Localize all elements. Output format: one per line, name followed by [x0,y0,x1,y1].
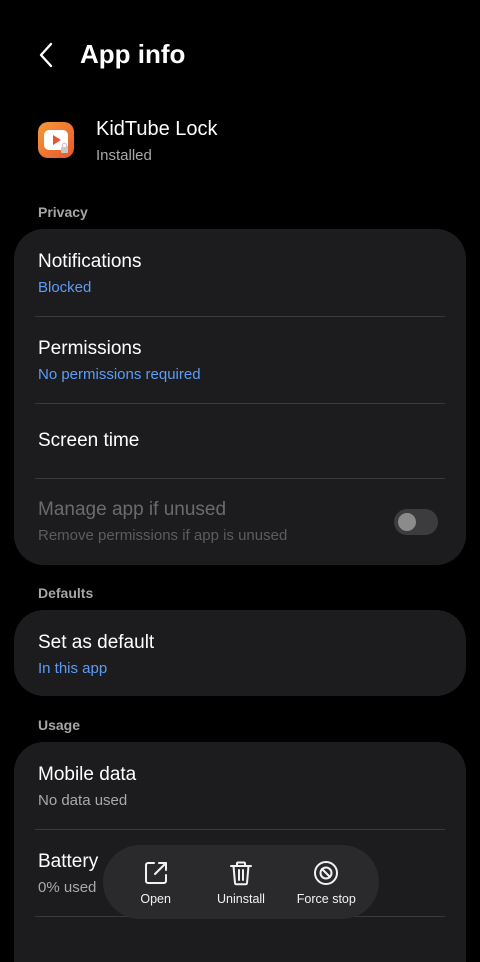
back-button[interactable] [32,39,60,71]
play-lock-icon [38,122,74,158]
chevron-left-icon [39,42,53,68]
set-default-value: In this app [38,660,108,677]
app-bar: App info [0,30,480,80]
manage-unused-label: Manage app if unused [38,499,227,520]
screen-time-label: Screen time [38,430,140,451]
defaults-card: Set as default In this app [14,610,466,696]
force-stop-label: Force stop [296,891,356,906]
set-default-label: Set as default [38,632,155,653]
privacy-card: Notifications Blocked Permissions No per… [14,229,466,565]
notifications-label: Notifications [38,251,142,272]
section-defaults-label: Defaults [38,585,94,601]
app-install-status: Installed [96,147,152,164]
stop-circle-icon [314,860,339,885]
trash-icon [229,861,252,885]
uninstall-button[interactable]: Uninstall [201,859,281,906]
manage-unused-toggle[interactable] [394,509,438,535]
manage-unused-desc: Remove permissions if app is unused [38,527,288,544]
permissions-value: No permissions required [38,366,201,383]
app-header: KidTube Lock Installed [0,116,480,172]
permissions-label: Permissions [38,338,142,359]
mobile-data-label: Mobile data [38,764,137,785]
set-default-row[interactable]: Set as default In this app [14,610,466,696]
open-label: Open [140,891,171,906]
mobile-data-row[interactable]: Mobile data No data used [14,742,466,829]
screen-time-row[interactable]: Screen time [14,404,466,478]
toggle-knob [398,513,416,531]
manage-unused-row[interactable]: Manage app if unused Remove permissions … [14,479,466,565]
uninstall-label: Uninstall [217,891,265,906]
notifications-row[interactable]: Notifications Blocked [14,229,466,317]
app-name: KidTube Lock [96,118,218,140]
notifications-value: Blocked [38,279,92,296]
open-button[interactable]: Open [116,859,196,906]
page-title: App info [80,39,186,69]
mobile-data-value: No data used [38,792,128,809]
force-stop-button[interactable]: Force stop [286,859,366,906]
bottom-action-bar: Open Uninstall Force stop [103,845,379,919]
section-usage-label: Usage [38,717,81,733]
battery-value: 0% used [38,879,97,896]
section-privacy-label: Privacy [38,204,88,220]
battery-label: Battery [38,851,99,872]
permissions-row[interactable]: Permissions No permissions required [14,317,466,404]
open-external-icon [144,861,167,884]
